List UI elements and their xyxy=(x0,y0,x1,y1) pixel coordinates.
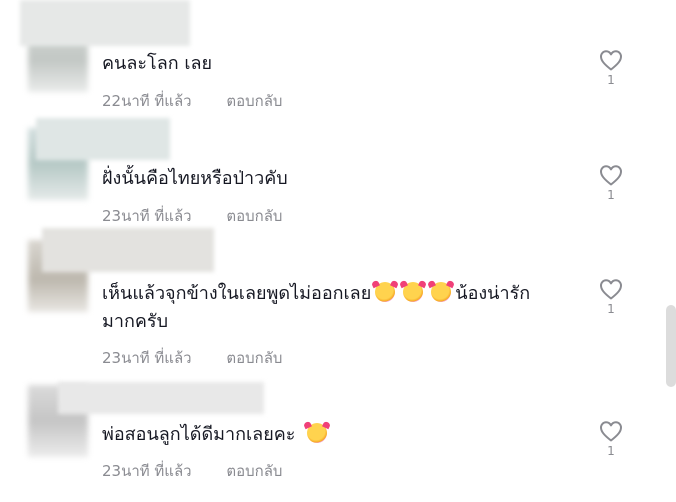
comment-text-part: น้องน่ารัก xyxy=(455,283,531,304)
reply-button[interactable]: ตอบกลับ xyxy=(226,346,282,370)
like-button[interactable]: 1 xyxy=(598,420,624,458)
comment-meta: 23นาที ที่แล้ว ตอบกลับ xyxy=(102,346,282,370)
smiling-face-with-hearts-icon xyxy=(431,282,452,302)
scrollbar-thumb[interactable] xyxy=(666,305,676,387)
reply-button[interactable]: ตอบกลับ xyxy=(226,89,282,113)
comment-time: 23นาที ที่แล้ว xyxy=(102,462,192,480)
comment-time: 23นาที ที่แล้ว xyxy=(102,207,192,225)
smiling-face-with-hearts-icon xyxy=(403,282,424,302)
comment-text-part: พ่อสอนลูกได้ดีมากเลยคะ xyxy=(102,424,296,445)
comment-text: พ่อสอนลูกได้ดีมากเลยคะ xyxy=(102,421,572,449)
username-blurred[interactable] xyxy=(58,382,264,414)
username-blurred[interactable] xyxy=(42,228,214,272)
like-count: 1 xyxy=(607,302,615,316)
like-count: 1 xyxy=(607,444,615,458)
reply-button[interactable]: ตอบกลับ xyxy=(226,459,282,483)
heart-icon xyxy=(600,421,622,442)
like-button[interactable]: 1 xyxy=(598,164,624,202)
comment-text-part: มากครับ xyxy=(102,311,169,332)
comment-meta: 23นาที ที่แล้ว ตอบกลับ xyxy=(102,204,282,228)
smiling-face-with-hearts-icon xyxy=(307,423,328,443)
like-button[interactable]: 1 xyxy=(598,49,624,87)
comment-text: ฝั่งนั้นคือไทยหรือป่าวคับ xyxy=(102,168,288,189)
comment-time: 23นาที ที่แล้ว xyxy=(102,349,192,367)
heart-icon xyxy=(600,50,622,71)
comment-meta: 22นาที ที่แล้ว ตอบกลับ xyxy=(102,89,282,113)
smiling-face-with-hearts-icon xyxy=(375,282,396,302)
like-count: 1 xyxy=(607,73,615,87)
username-blurred[interactable] xyxy=(20,0,190,46)
comment-text: คนละโลก เลย xyxy=(102,53,213,74)
comment-meta: 23นาที ที่แล้ว ตอบกลับ xyxy=(102,459,282,483)
comment-text: เห็นแล้วจุกข้างในเลยพูดไม่ออกเลย น้องน่าร… xyxy=(102,280,572,336)
like-count: 1 xyxy=(607,188,615,202)
comment-text-part: เห็นแล้วจุกข้างในเลยพูดไม่ออกเลย xyxy=(102,283,372,304)
reply-button[interactable]: ตอบกลับ xyxy=(226,204,282,228)
heart-icon xyxy=(600,165,622,186)
like-button[interactable]: 1 xyxy=(598,278,624,316)
comment-time: 22นาที ที่แล้ว xyxy=(102,92,192,110)
username-blurred[interactable] xyxy=(36,118,170,160)
heart-icon xyxy=(600,279,622,300)
